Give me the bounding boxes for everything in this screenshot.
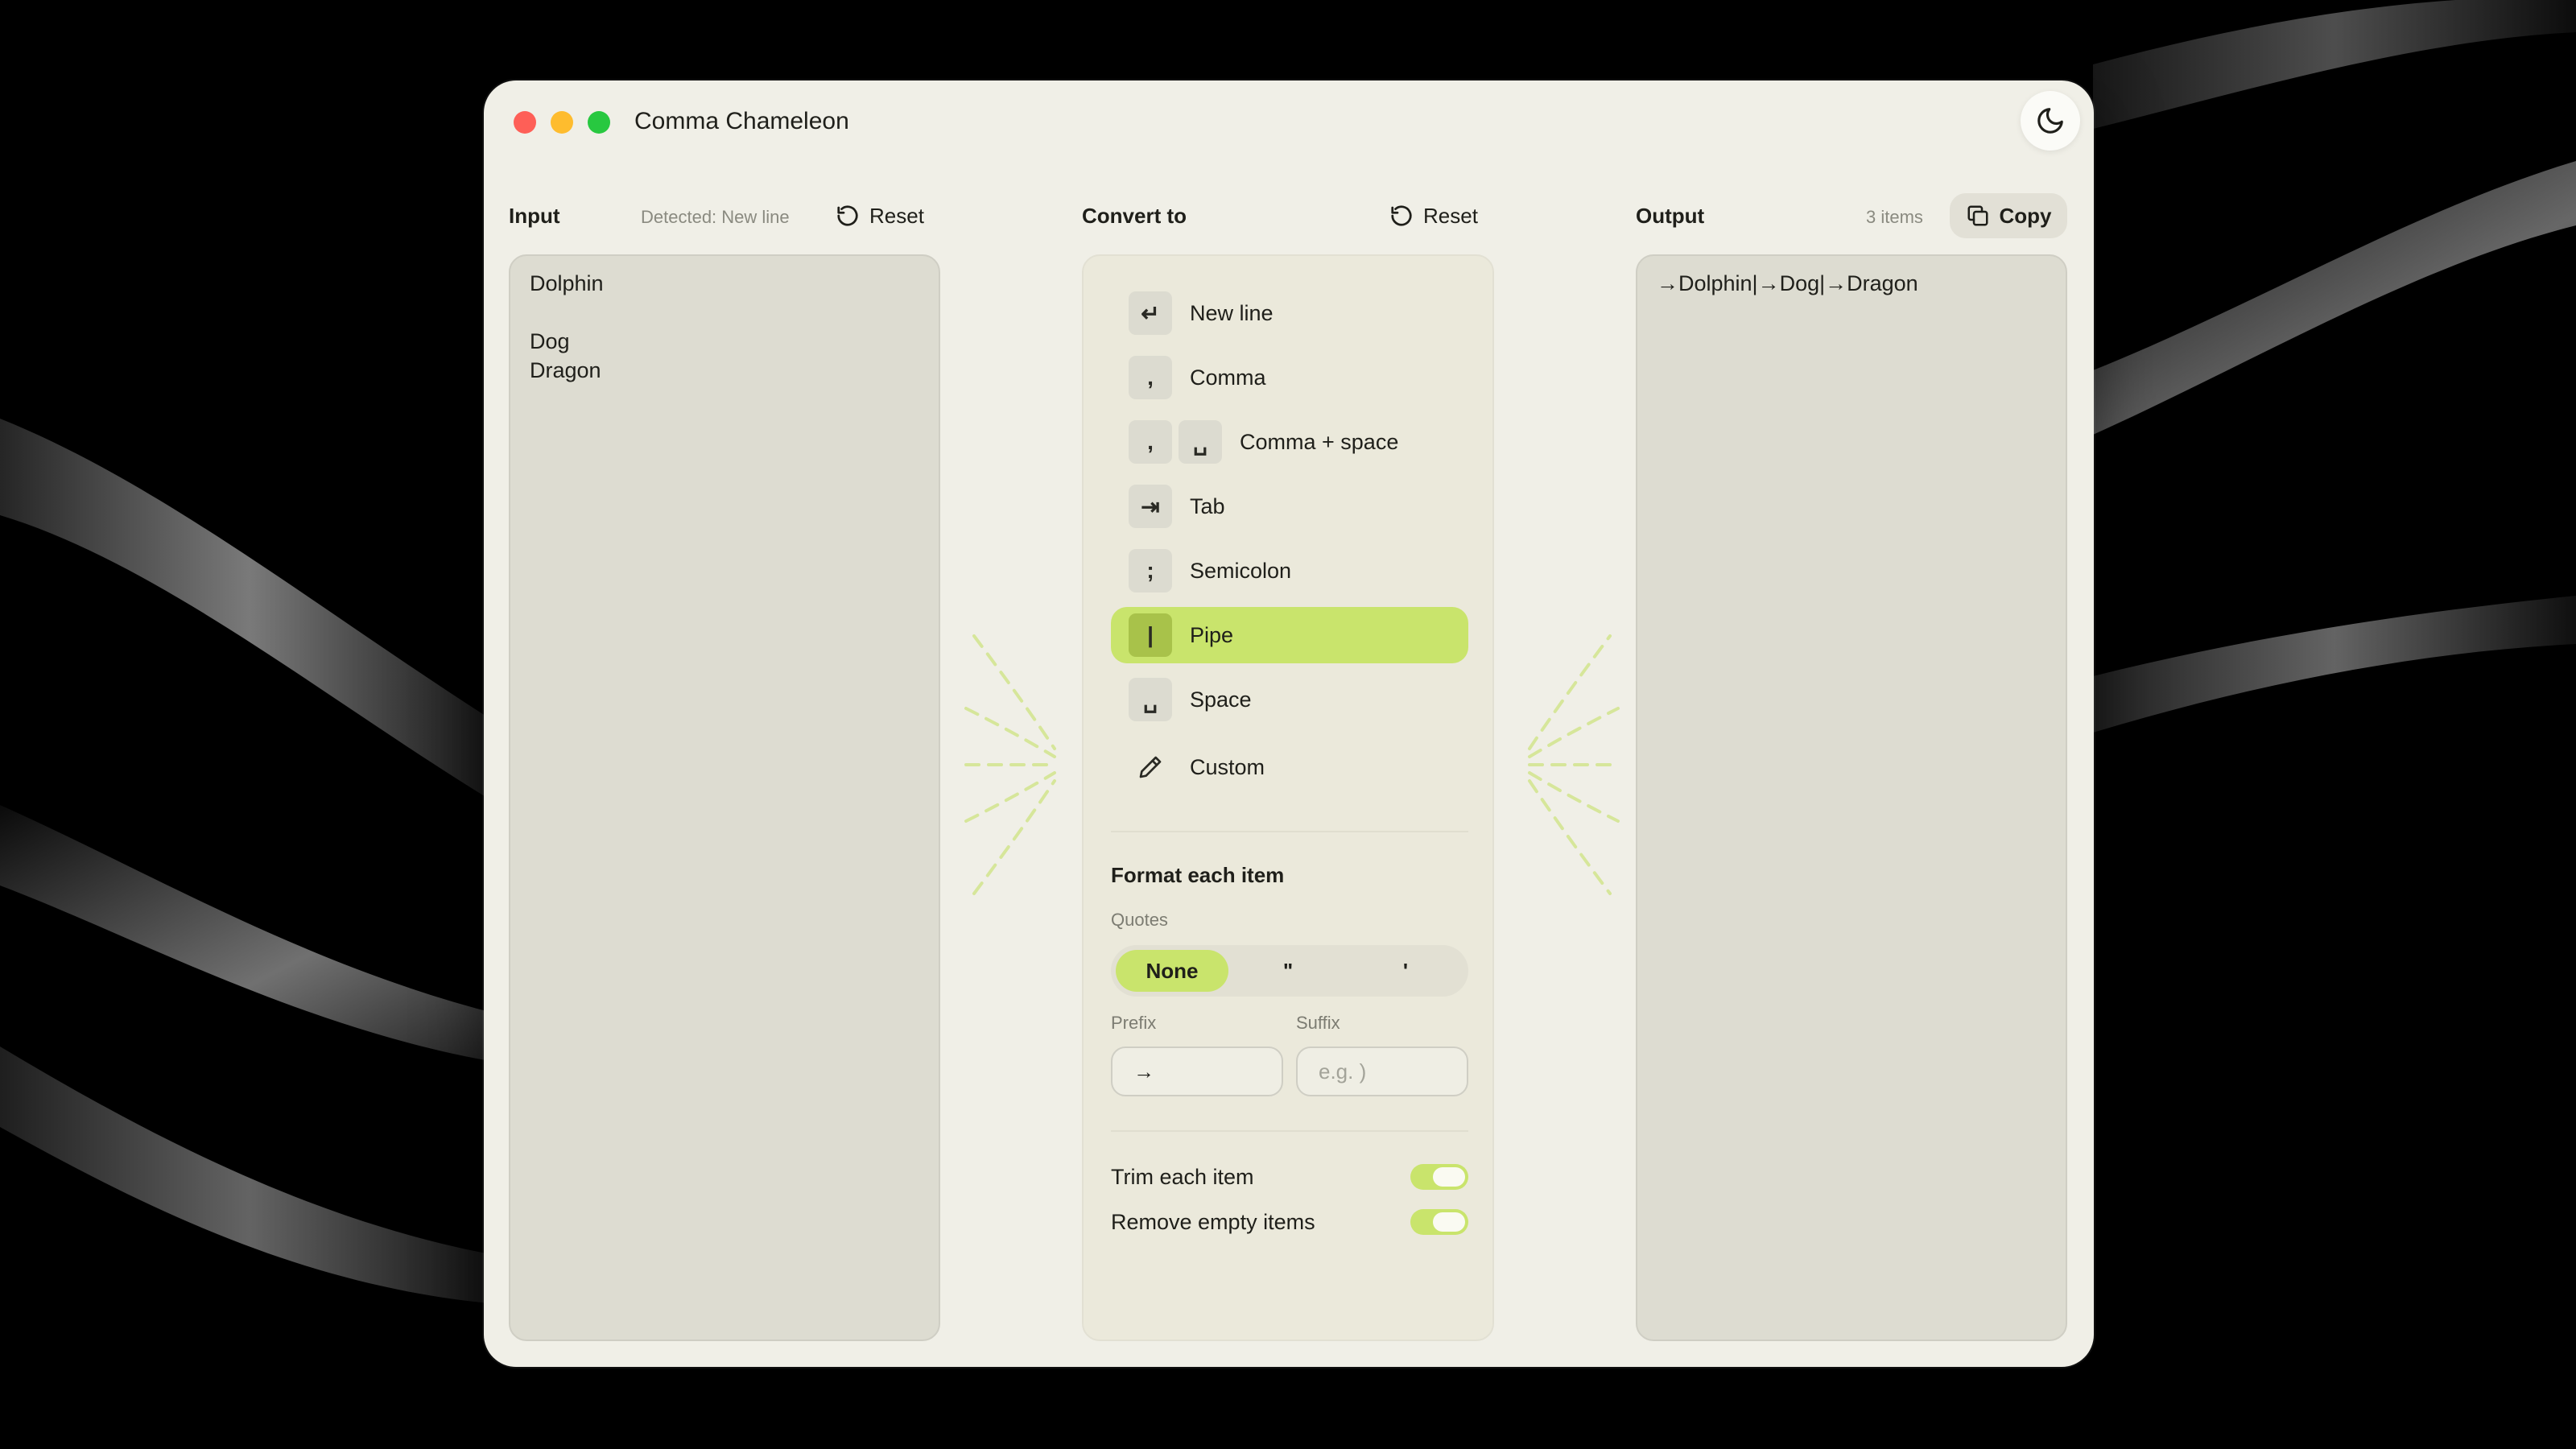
remove-empty-toggle[interactable]	[1410, 1209, 1468, 1235]
quote-option-double[interactable]: "	[1230, 950, 1346, 992]
input-reset-button[interactable]: Reset	[836, 200, 924, 232]
option-label: Semicolon	[1190, 558, 1292, 583]
moon-icon	[2037, 108, 2063, 134]
option-label: Custom	[1190, 754, 1265, 779]
option-new-line[interactable]: ↵ New line	[1111, 285, 1468, 341]
minimize-window-button[interactable]	[551, 111, 573, 134]
output-header: Output	[1636, 204, 1705, 228]
key-pipe: |	[1129, 613, 1172, 657]
option-tab[interactable]: ⇥ Tab	[1111, 478, 1468, 535]
option-label: Space	[1190, 687, 1252, 712]
pencil-icon	[1129, 745, 1172, 789]
reset-icon	[1391, 205, 1412, 226]
key-space: ␣	[1179, 420, 1222, 464]
trim-row: Trim each item	[1111, 1161, 1468, 1193]
format-section-title: Format each item	[1111, 863, 1285, 887]
convert-reset-label: Reset	[1423, 204, 1478, 228]
suffix-input[interactable]: e.g. )	[1296, 1046, 1468, 1096]
input-text: Dolphin Dog Dragon	[530, 271, 604, 382]
quote-option-single[interactable]: '	[1348, 950, 1463, 992]
output-textarea[interactable]: →Dolphin|→Dog|→Dragon	[1636, 254, 2067, 1341]
remove-empty-row: Remove empty items	[1111, 1206, 1468, 1238]
suffix-label: Suffix	[1296, 1013, 1340, 1033]
detected-separator-label: Detected: New line	[641, 207, 790, 227]
copy-label: Copy	[1999, 203, 2052, 228]
theme-toggle-button[interactable]	[2021, 91, 2080, 151]
input-header: Input	[509, 204, 560, 228]
flow-decoration-left	[964, 634, 1056, 895]
copy-icon	[1967, 205, 1988, 226]
key-tab: ⇥	[1129, 485, 1172, 528]
option-comma-space[interactable]: , ␣ Comma + space	[1111, 414, 1468, 470]
option-label: Comma	[1190, 365, 1266, 390]
quotes-segmented-control: None " '	[1111, 945, 1468, 997]
option-label: Pipe	[1190, 622, 1234, 647]
divider	[1111, 831, 1468, 832]
output-text: →Dolphin|→Dog|→Dragon	[1657, 271, 1918, 295]
output-item-count: 3 items	[1866, 207, 1923, 227]
quotes-label: Quotes	[1111, 910, 1168, 930]
divider	[1111, 1130, 1468, 1132]
option-space[interactable]: ␣ Space	[1111, 671, 1468, 728]
convert-reset-button[interactable]: Reset	[1389, 200, 1478, 232]
option-label: Comma + space	[1240, 429, 1399, 454]
input-textarea[interactable]: Dolphin Dog Dragon	[509, 254, 940, 1341]
copy-button[interactable]: Copy	[1950, 193, 2067, 238]
app-title: Comma Chameleon	[634, 108, 849, 134]
key-comma: ,	[1129, 420, 1172, 464]
key-space: ␣	[1129, 678, 1172, 721]
flow-decoration-right	[1528, 634, 1620, 895]
option-label: New line	[1190, 300, 1274, 325]
remove-empty-label: Remove empty items	[1111, 1209, 1315, 1234]
trim-toggle[interactable]	[1410, 1164, 1468, 1190]
reset-icon	[837, 205, 858, 226]
prefix-input[interactable]: →	[1111, 1046, 1283, 1096]
input-reset-label: Reset	[869, 204, 924, 228]
option-semicolon[interactable]: ; Semicolon	[1111, 543, 1468, 599]
close-window-button[interactable]	[514, 111, 536, 134]
quote-option-none[interactable]: None	[1116, 950, 1228, 992]
key-semicolon: ;	[1129, 549, 1172, 592]
key-new-line: ↵	[1129, 291, 1172, 335]
key-comma: ,	[1129, 356, 1172, 399]
prefix-label: Prefix	[1111, 1013, 1157, 1033]
convert-header: Convert to	[1082, 204, 1187, 228]
trim-label: Trim each item	[1111, 1164, 1254, 1189]
option-comma[interactable]: , Comma	[1111, 349, 1468, 406]
option-label: Tab	[1190, 493, 1225, 518]
zoom-window-button[interactable]	[588, 111, 610, 134]
option-custom[interactable]: Custom	[1111, 739, 1468, 795]
convert-panel: ↵ New line , Comma , ␣ Comma + space ⇥ T…	[1082, 254, 1494, 1341]
option-pipe[interactable]: | Pipe	[1111, 607, 1468, 663]
